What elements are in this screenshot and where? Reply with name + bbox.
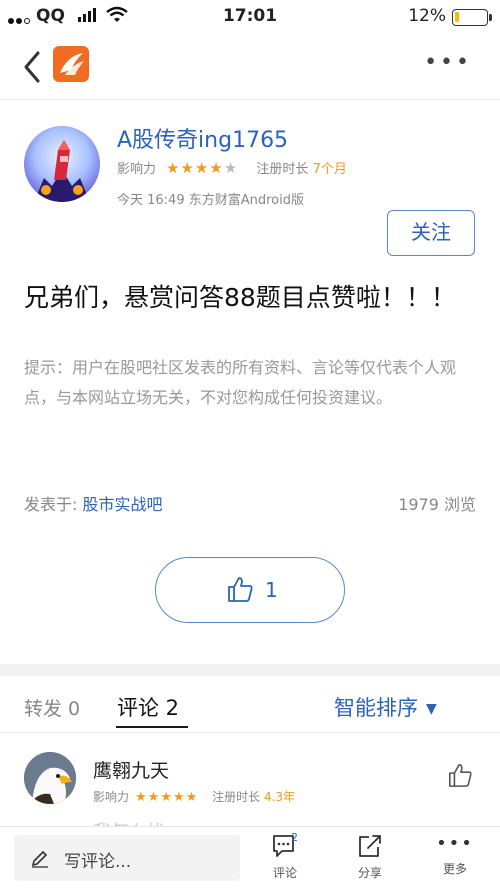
reg-label: 注册时长 bbox=[256, 162, 309, 177]
tabs-divider bbox=[0, 732, 500, 733]
back-chevron-icon[interactable] bbox=[22, 50, 42, 84]
more-button[interactable]: ••• 更多 bbox=[427, 833, 483, 877]
author-avatar[interactable] bbox=[24, 126, 100, 202]
commenter-stars: ★★★★★ bbox=[135, 790, 199, 805]
eastmoney-logo-icon[interactable] bbox=[53, 46, 89, 82]
section-divider bbox=[0, 664, 500, 676]
like-button[interactable]: 1 bbox=[155, 557, 345, 623]
sort-dropdown[interactable]: 智能排序 ▼ bbox=[334, 692, 437, 722]
battery-icon bbox=[452, 9, 492, 26]
share-button[interactable]: 分享 bbox=[342, 833, 398, 881]
post-title: 兄弟们，悬赏问答88题目点赞啦！！！ bbox=[24, 283, 456, 312]
share-label: 分享 bbox=[357, 866, 382, 880]
disclaimer-text: 提示：用户在股吧社区发表的所有资料、言论等仅代表个人观点，与本网站立场无关，不对… bbox=[24, 358, 457, 407]
comment-count-badge: 2 bbox=[291, 831, 298, 844]
like-count: 1 bbox=[265, 578, 278, 602]
influence-label: 影响力 bbox=[117, 162, 157, 177]
bar-link[interactable]: 股市实战吧 bbox=[83, 495, 163, 514]
pen-icon bbox=[31, 850, 48, 868]
sort-label: 智能排序 bbox=[334, 696, 418, 720]
commenter-meta: 影响力 ★★★★★ 注册时长 4.3年 bbox=[93, 788, 295, 805]
active-tab-indicator bbox=[116, 726, 188, 728]
influence-stars: ★★★★★ bbox=[166, 159, 239, 177]
commenter-reg-value: 4.3年 bbox=[263, 790, 296, 804]
thumbs-up-icon bbox=[228, 577, 253, 602]
view-count: 1979 浏览 bbox=[398, 495, 476, 514]
nav-bar: ••• bbox=[0, 36, 500, 100]
more-options-icon[interactable]: ••• bbox=[424, 50, 472, 75]
battery-percent: 12% bbox=[408, 6, 446, 26]
post-timestamp: 今天 16:49 东方财富Android版 bbox=[117, 193, 304, 208]
status-bar: QQ 17:01 12% bbox=[0, 0, 500, 36]
comment-action-label: 评论 bbox=[272, 866, 297, 880]
comment-action-button[interactable]: 2 评论 bbox=[257, 831, 313, 881]
commenter-avatar[interactable] bbox=[24, 752, 76, 804]
write-comment-input[interactable]: 写评论... bbox=[14, 835, 240, 881]
more-label: 更多 bbox=[442, 862, 467, 876]
tab-comments[interactable]: 评论 2 bbox=[117, 692, 179, 722]
caret-down-icon: ▼ bbox=[426, 701, 437, 717]
bottom-bar: 写评论... 2 评论 分享 ••• 更多 bbox=[0, 826, 500, 889]
comment-like-icon[interactable] bbox=[447, 762, 473, 788]
commenter-reg-label: 注册时长 bbox=[212, 790, 261, 804]
commenter-influence-label: 影响力 bbox=[93, 790, 130, 804]
posted-in: 发表于: 股市实战吧 bbox=[24, 491, 163, 515]
more-dots-icon: ••• bbox=[436, 833, 474, 854]
write-comment-placeholder: 写评论... bbox=[64, 852, 132, 872]
reg-value: 7个月 bbox=[312, 162, 347, 177]
commenter-name[interactable]: 鹰翱九天 bbox=[93, 756, 169, 783]
author-name[interactable]: A股传奇ing1765 bbox=[117, 122, 288, 154]
author-meta: 影响力 ★★★★★ 注册时长 7个月 bbox=[117, 158, 347, 177]
posted-in-label: 发表于: bbox=[24, 495, 78, 514]
follow-button[interactable]: 关注 bbox=[387, 210, 475, 256]
share-icon bbox=[359, 835, 381, 857]
tab-repost[interactable]: 转发 0 bbox=[24, 694, 80, 721]
